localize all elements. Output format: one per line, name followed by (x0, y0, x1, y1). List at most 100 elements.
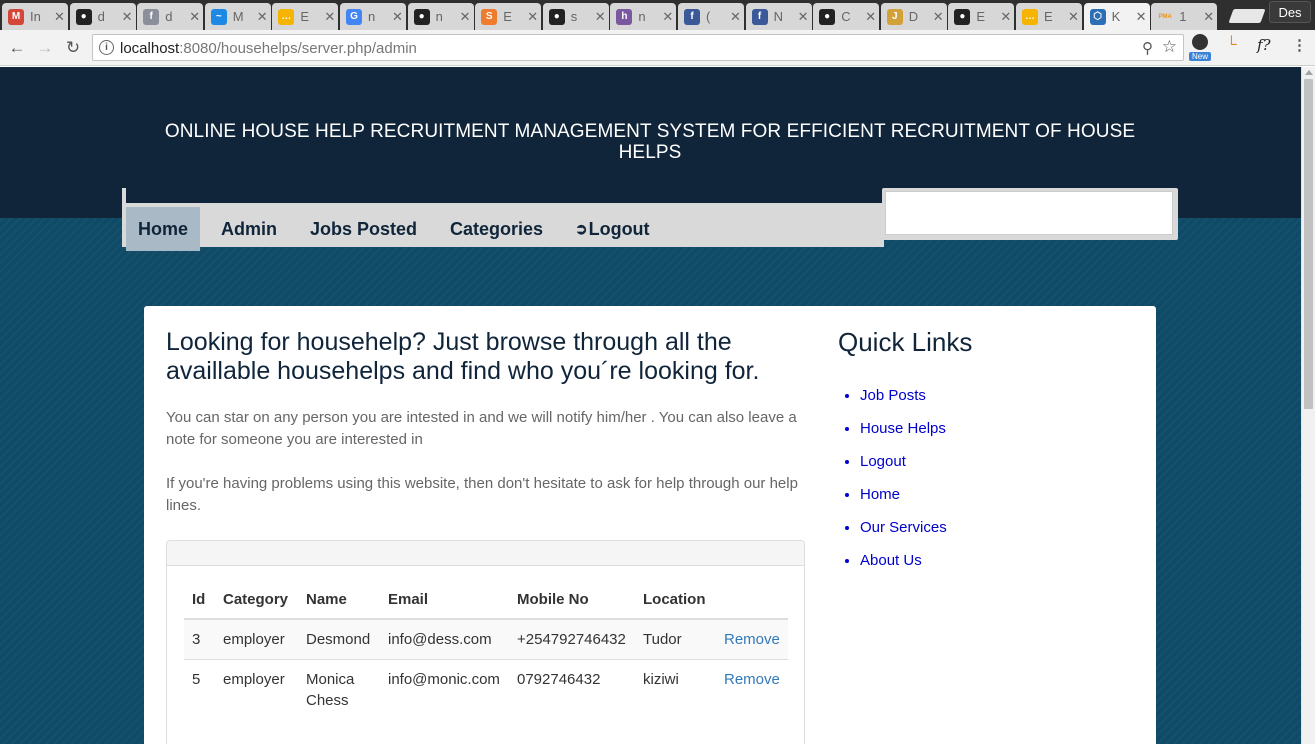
close-tab-icon[interactable]: ✕ (324, 9, 335, 25)
close-tab-icon[interactable]: ✕ (1203, 9, 1214, 25)
browser-tab[interactable]: … E ✕ (272, 3, 339, 30)
browser-tab[interactable]: f (✕ (678, 3, 744, 30)
cell-id: 5 (184, 659, 215, 720)
address-bar[interactable]: i localhost:8080/househelps/server.php/a… (92, 34, 1184, 61)
cell-location: Tudor (635, 618, 716, 660)
tab-title: E (1044, 9, 1053, 24)
search-input[interactable] (885, 191, 1173, 235)
browser-tab[interactable]: ⬡ K ✕ (1083, 3, 1150, 30)
quick-link-item: About Us (860, 544, 1138, 577)
nav-categories[interactable]: Categories (438, 207, 555, 251)
quick-link-home[interactable]: Home (860, 486, 900, 503)
quick-link-house-helps[interactable]: House Helps (860, 420, 946, 437)
browser-tab[interactable]: PMA 1 ✕ (1151, 3, 1218, 30)
slides-icon: … (1022, 8, 1038, 25)
close-tab-icon[interactable]: ✕ (595, 9, 606, 25)
close-tab-icon[interactable]: ✕ (1068, 9, 1079, 25)
quick-link-about-us[interactable]: About Us (860, 552, 922, 569)
househelps-panel: Id Category Name Email Mobile No Locatio… (166, 540, 805, 744)
github-icon: ● (413, 8, 430, 25)
extension-icon[interactable] (1192, 34, 1208, 50)
page-scrollbar[interactable] (1301, 67, 1315, 744)
quick-link-item: Job Posts (860, 379, 1138, 412)
col-email: Email (380, 581, 509, 620)
tab-title: d (165, 9, 173, 24)
nav-home[interactable]: Home (126, 207, 201, 251)
browser-tab[interactable]: f N ✕ (745, 3, 812, 30)
nav-admin[interactable]: Admin (209, 207, 289, 251)
browser-tab[interactable]: M In ✕ (2, 3, 68, 30)
nav-categories-label: Categories (450, 218, 544, 239)
browser-tab[interactable]: ● n ✕ (407, 3, 474, 30)
nav-logout[interactable]: ➲ Logout (563, 207, 662, 251)
close-tab-icon[interactable]: ✕ (392, 9, 403, 25)
extension-new-badge: New (1189, 52, 1212, 61)
github-icon: ● (819, 8, 836, 25)
close-tab-icon[interactable]: ✕ (933, 9, 944, 25)
close-tab-icon[interactable]: ✕ (460, 9, 471, 25)
scrollbar-thumb[interactable] (1304, 79, 1313, 409)
reload-icon[interactable]: ↻ (62, 37, 84, 59)
close-tab-icon[interactable]: ✕ (527, 9, 538, 25)
browser-tab[interactable]: ● d ✕ (69, 3, 136, 30)
quick-link-our-services[interactable]: Our Services (860, 519, 947, 536)
formula-extension-icon[interactable]: f? (1257, 36, 1271, 54)
zoom-icon[interactable]: ⚲ (1142, 39, 1153, 57)
extension-bookmark-icon[interactable]: └ (1226, 36, 1237, 53)
quick-link-job-posts[interactable]: Job Posts (860, 387, 926, 404)
scroll-up-arrow-icon[interactable] (1305, 70, 1313, 75)
close-tab-icon[interactable]: ✕ (54, 9, 65, 25)
tab-title: n (435, 9, 443, 24)
browser-tab[interactable]: ● E ✕ (948, 3, 1015, 30)
close-tab-icon[interactable]: ✕ (662, 9, 673, 25)
browser-tab[interactable]: ~ M ✕ (204, 3, 271, 30)
col-category: Category (215, 581, 298, 620)
remove-link[interactable]: Remove (724, 671, 780, 688)
close-tab-icon[interactable]: ✕ (122, 9, 133, 25)
content-card: Looking for househelp? Just browse throu… (144, 306, 1156, 744)
menu-kebab-icon[interactable]: ⋮ (1292, 36, 1307, 54)
cell-action: Remove (716, 618, 788, 660)
browser-tab[interactable]: Gn ✕ (340, 3, 406, 30)
main-navbar: Home Admin Jobs Posted Categories ➲ Logou… (122, 188, 884, 251)
profile-button[interactable]: Des (1269, 1, 1311, 23)
forward-arrow-icon[interactable]: → (34, 37, 56, 59)
browser-tab[interactable]: ● C ✕ (813, 3, 880, 30)
sublime-icon: S (481, 8, 498, 25)
quick-links-title: Quick Links (838, 327, 973, 357)
tab-title: M (232, 9, 244, 24)
browser-tab[interactable]: ● s ✕ (542, 3, 609, 30)
bookmark-star-icon[interactable]: ☆ (1162, 37, 1177, 57)
close-tab-icon[interactable]: ✕ (865, 9, 876, 25)
back-arrow-icon[interactable]: ← (6, 37, 28, 59)
close-tab-icon[interactable]: ✕ (257, 9, 268, 25)
close-tab-icon[interactable]: ✕ (1000, 9, 1011, 25)
new-tab-button[interactable] (1228, 9, 1266, 23)
browser-tab[interactable]: … E ✕ (1016, 3, 1082, 30)
cell-mobile: 0792746432 (509, 659, 635, 720)
quick-link-item: Logout (860, 445, 1138, 478)
lead-heading: Looking for househelp? Just browse throu… (166, 328, 760, 385)
quick-links: Quick Links Job Posts House Helps Logout… (838, 328, 1138, 577)
col-name: Name (298, 581, 380, 620)
browser-tab[interactable]: J D ✕ (880, 3, 947, 30)
browser-tab[interactable]: h n ✕ (610, 3, 677, 30)
url-text[interactable]: localhost:8080/househelps/server.php/adm… (120, 40, 417, 57)
close-tab-icon[interactable]: ✕ (798, 9, 809, 25)
close-tab-icon[interactable]: ✕ (730, 9, 741, 25)
search-container (882, 188, 1178, 240)
nav-jobs-posted-label: Jobs Posted (310, 218, 418, 239)
browser-tab[interactable]: S E ✕ (475, 3, 542, 30)
nav-jobs-posted[interactable]: Jobs Posted (298, 207, 429, 251)
cell-action: Remove (716, 659, 788, 720)
table-row: 3 employer Desmond info@dess.com +254792… (184, 618, 788, 660)
tab-title: n (368, 9, 376, 24)
tab-title: n (638, 9, 646, 24)
browser-tab[interactable]: f d ✕ (137, 3, 204, 30)
browser-tabstrip: M In ✕ ● d ✕ f d ✕ ~ M ✕… E ✕ Gn ✕ ● n ✕ S E ✕ ● s ✕ h n ✕ f(✕ f N ✕ ● C ✕… (0, 0, 1315, 30)
close-tab-icon[interactable]: ✕ (1136, 9, 1147, 25)
remove-link[interactable]: Remove (724, 631, 780, 648)
site-info-icon[interactable]: i (99, 40, 114, 55)
close-tab-icon[interactable]: ✕ (189, 9, 200, 25)
quick-link-logout[interactable]: Logout (860, 453, 906, 470)
